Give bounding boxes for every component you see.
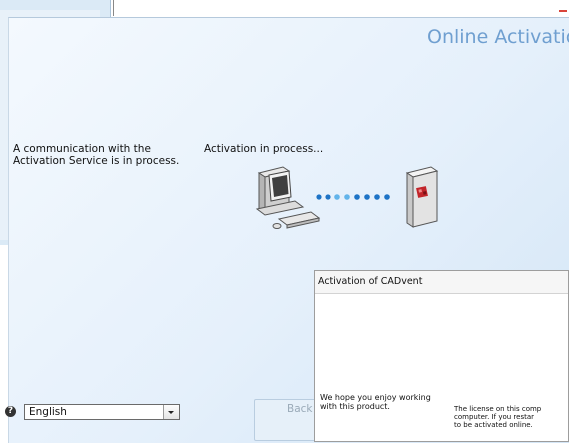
chevron-down-icon[interactable] <box>163 405 179 419</box>
language-select-value: English <box>29 406 67 418</box>
connection-dots <box>316 194 390 200</box>
help-icon[interactable]: ? <box>5 406 16 417</box>
background-close-marker <box>559 10 567 12</box>
language-select[interactable]: English <box>24 404 180 420</box>
page-title: Online Activation <box>427 26 569 48</box>
computer-icon <box>255 166 321 229</box>
activation-illustration <box>255 166 439 229</box>
status-message: A communication with the Activation Serv… <box>13 143 180 167</box>
progress-message: Activation in process... <box>204 143 324 155</box>
license-line: to be activated online. <box>454 421 533 429</box>
license-line: The license on this comp <box>454 405 542 413</box>
license-line: computer. If you restar <box>454 413 534 421</box>
dialog-titlebar[interactable]: Activation of CADvent <box>315 271 568 294</box>
background-divider <box>113 0 114 16</box>
dialog-welcome-text: We hope you enjoy working with this prod… <box>320 393 431 411</box>
back-button-label[interactable]: Back <box>287 403 313 415</box>
dialog-title: Activation of CADvent <box>318 276 423 287</box>
activation-dialog: Activation of CADvent We hope you enjoy … <box>314 270 569 442</box>
dialog-license-text: The license on this comp computer. If yo… <box>454 405 569 429</box>
server-icon <box>405 166 439 228</box>
